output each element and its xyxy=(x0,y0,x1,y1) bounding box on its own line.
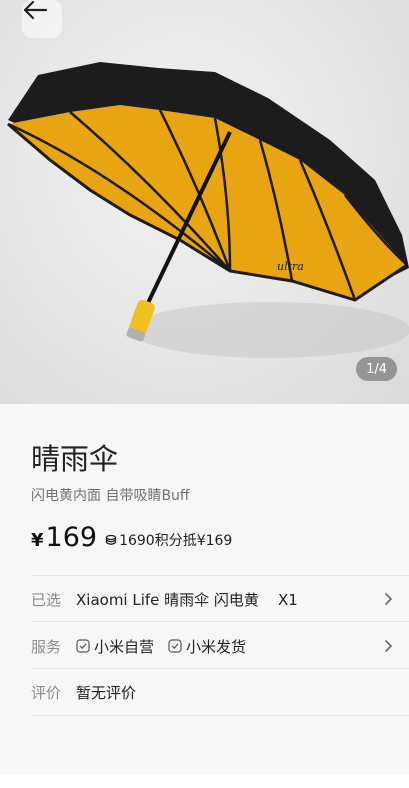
chevron-right-icon xyxy=(385,640,393,652)
check-square-icon xyxy=(76,639,90,653)
service-label: 服务 xyxy=(31,637,62,656)
check-square-icon xyxy=(168,639,182,653)
selected-label: 已选 xyxy=(31,590,62,609)
coin-icon xyxy=(105,534,117,545)
service-item-label: 小米自营 xyxy=(94,637,155,656)
price-row: ¥ 169 1690积分抵¥169 xyxy=(31,522,232,553)
divider xyxy=(31,668,409,669)
arrow-left-icon xyxy=(23,0,48,20)
product-price: 169 xyxy=(45,522,98,553)
service-item-label: 小米发货 xyxy=(186,637,247,656)
chevron-right-icon xyxy=(385,593,393,605)
product-image-gallery[interactable]: ultra 1/4 xyxy=(0,0,409,404)
selected-spec-row[interactable]: 已选 Xiaomi Life 晴雨伞 闪电黄 X1 xyxy=(31,586,393,612)
review-row[interactable]: 评价 暂无评价 xyxy=(31,679,393,705)
points-deduction: 1690积分抵¥169 xyxy=(105,530,232,550)
back-button[interactable] xyxy=(22,0,62,38)
image-counter: 1/4 xyxy=(356,357,397,381)
product-subtitle: 闪电黄内面 自带吸睛Buff xyxy=(31,488,190,504)
svg-text:ultra: ultra xyxy=(277,260,304,273)
divider xyxy=(31,621,409,622)
currency-symbol: ¥ xyxy=(31,530,44,551)
service-row[interactable]: 服务 小米自营 小米发货 xyxy=(31,633,393,659)
service-item: 小米发货 xyxy=(168,636,246,657)
product-title: 晴雨伞 xyxy=(31,442,119,476)
divider xyxy=(31,575,409,576)
points-text: 1690积分抵¥169 xyxy=(119,533,233,549)
umbrella-image: ultra xyxy=(7,62,409,358)
selected-spec-value: Xiaomi Life 晴雨伞 闪电黄 X1 xyxy=(76,590,298,609)
review-label: 评价 xyxy=(31,683,62,702)
service-item: 小米自营 xyxy=(76,636,154,657)
bottom-bar xyxy=(0,774,409,788)
divider xyxy=(31,715,409,716)
review-value: 暂无评价 xyxy=(76,683,137,702)
